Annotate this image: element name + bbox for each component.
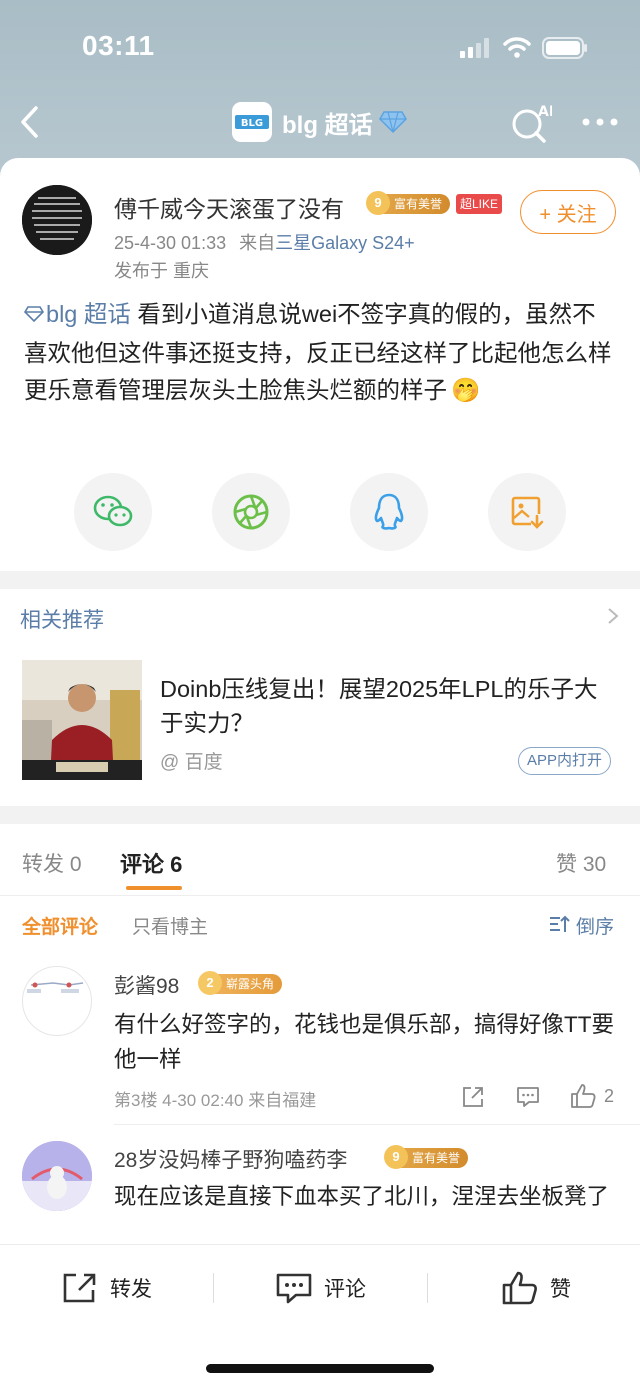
comment-text: 有什么好签字的，花钱也是俱乐部，搞得好像TT要他一样 <box>114 1012 614 1072</box>
filter-host-only[interactable]: 只看博主 <box>132 912 208 939</box>
tab-like[interactable]: 赞 30 <box>556 848 606 878</box>
repost-label: 转发 <box>110 1278 152 1301</box>
post-location: 发布于 重庆 <box>114 261 210 281</box>
tab-comment[interactable]: 评论 6 <box>120 847 182 879</box>
diamond-icon <box>378 111 407 134</box>
related-title: 相关推荐 <box>20 609 104 632</box>
tab-divider <box>0 895 640 896</box>
thumbs-up-icon <box>502 1271 537 1305</box>
commenter-name[interactable]: 28岁没妈棒子野狗嗑药李 <box>114 1144 347 1174</box>
topic-link[interactable]: blg 超话 <box>46 301 131 327</box>
bar-divider <box>213 1273 214 1303</box>
comment-meta: 第3楼 4-30 02:40 来自福建 <box>114 1091 317 1110</box>
comment-label: 评论 <box>324 1278 366 1301</box>
bar-divider <box>427 1273 428 1303</box>
share-icon[interactable] <box>460 1084 486 1110</box>
post-meta: 25-4-30 01:33 来自三星Galaxy S24+ <box>114 229 415 255</box>
commenter-badge-level: 2 <box>198 971 222 995</box>
ai-search-icon[interactable]: AI <box>508 100 552 144</box>
section-divider <box>0 806 640 824</box>
comment-text: 现在应该是直接下血本买了北川，涅涅去坐板凳了 <box>114 1184 610 1209</box>
post-from-prefix: 来自 <box>239 233 276 253</box>
author-avatar[interactable] <box>22 185 92 255</box>
cellular-signal-icon <box>460 38 489 58</box>
topic-diamond-icon <box>23 297 45 335</box>
battery-icon <box>542 37 587 59</box>
related-headline[interactable]: Doinb压线复出！展望2025年LPL的乐子大于实力？ <box>160 672 600 740</box>
qq-icon <box>374 493 404 530</box>
comment-like-count: 2 <box>604 1086 615 1106</box>
active-tab-indicator <box>126 886 182 890</box>
follow-button[interactable]: + 关注 <box>520 190 616 234</box>
svg-text:AI: AI <box>538 104 552 120</box>
post-device[interactable]: 三星Galaxy S24+ <box>275 233 415 253</box>
super-like-badge: 超LIKE <box>456 194 503 214</box>
share-moments-button[interactable] <box>212 473 290 551</box>
author-name[interactable]: 傅千威今天滚蛋了没有 <box>114 190 344 224</box>
reputation-level: 9 <box>366 191 390 215</box>
more-options-icon[interactable] <box>580 108 620 136</box>
back-arrow-icon[interactable] <box>16 104 44 140</box>
svg-text:BLG: BLG <box>241 118 263 129</box>
comment-divider <box>114 1124 640 1125</box>
like-label: 赞 <box>550 1278 571 1301</box>
nav-title-group[interactable]: BLG blg 超话 <box>232 100 407 144</box>
commenter-avatar[interactable] <box>22 966 92 1036</box>
commenter-badge-level: 9 <box>384 1145 408 1169</box>
repost-icon <box>63 1273 96 1303</box>
post-text: blg 超话 看到小道消息说wei不签字真的假的，虽然不喜欢他但这件事还挺支持，… <box>23 296 618 410</box>
tab-repost[interactable]: 转发 0 <box>22 848 82 878</box>
wifi-icon <box>503 37 531 58</box>
wechat-icon <box>93 495 133 527</box>
reply-icon[interactable] <box>515 1084 541 1110</box>
blg-logo-icon: BLG <box>232 102 272 142</box>
sort-order[interactable]: 倒序 <box>576 912 614 939</box>
save-image-icon <box>511 496 544 529</box>
filter-all-comments[interactable]: 全部评论 <box>22 912 98 939</box>
like-button[interactable]: 赞 <box>502 1268 571 1308</box>
share-qq-button[interactable] <box>350 473 428 551</box>
thumbs-up-icon[interactable] <box>569 1082 597 1110</box>
share-wechat-button[interactable] <box>74 473 152 551</box>
comment-icon <box>276 1273 312 1304</box>
save-image-button[interactable] <box>488 473 566 551</box>
moments-icon <box>233 494 269 530</box>
nav-title: blg 超话 <box>282 111 373 139</box>
related-source: @ 百度 <box>160 752 223 773</box>
post-date: 25-4-30 01:33 <box>114 233 227 253</box>
status-time: 03:11 <box>82 30 155 61</box>
repost-button[interactable]: 转发 <box>62 1268 152 1308</box>
sort-icon[interactable] <box>549 914 571 934</box>
commenter-avatar[interactable] <box>22 1141 92 1211</box>
chevron-right-icon[interactable] <box>606 606 620 626</box>
related-thumbnail[interactable] <box>22 660 142 780</box>
post-emoji: 🤭 <box>451 377 481 404</box>
comment-button[interactable]: 评论 <box>276 1268 366 1308</box>
commenter-name[interactable]: 彭酱98 <box>114 970 179 1000</box>
section-divider <box>0 571 640 589</box>
open-in-app-button[interactable]: APP内打开 <box>518 747 612 775</box>
home-indicator <box>206 1364 434 1373</box>
